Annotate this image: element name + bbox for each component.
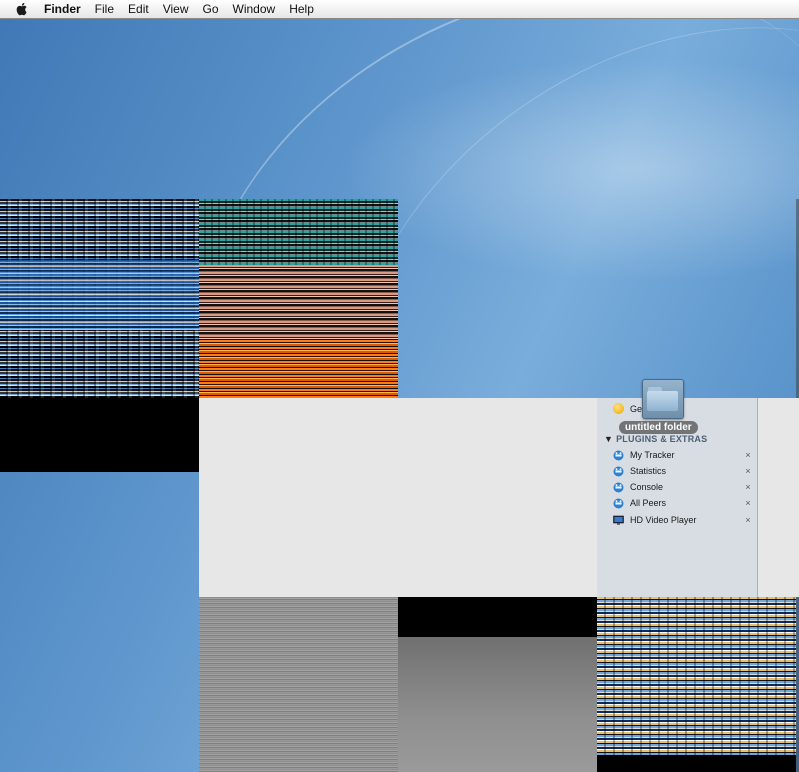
window-content-area [199, 398, 597, 597]
sidebar-item-my-tracker[interactable]: My Tracker × [613, 448, 753, 462]
black-tile [398, 597, 597, 637]
sidebar-item-label: HD Video Player [630, 515, 697, 525]
menu-file[interactable]: File [95, 2, 114, 16]
menu-app-finder[interactable]: Finder [44, 2, 81, 16]
folder-body [647, 391, 678, 411]
window-content-area [758, 398, 799, 597]
sidebar-item-label: Console [630, 482, 664, 492]
plugin-icon [613, 466, 624, 477]
menu-view[interactable]: View [163, 2, 189, 16]
black-tile [597, 755, 796, 772]
sidebar-item-getting-started[interactable]: Ge [613, 403, 642, 414]
glitch-tile [199, 340, 398, 398]
menu-help[interactable]: Help [289, 2, 314, 16]
sidebar-item-console[interactable]: Console × [613, 480, 753, 494]
gray-tile [199, 597, 398, 772]
apple-icon[interactable] [14, 1, 30, 17]
sidebar-item-hd-video-player[interactable]: HD Video Player × [613, 513, 753, 527]
glitch-tile [199, 265, 398, 340]
close-icon[interactable]: × [743, 515, 753, 525]
sidebar-item-label: All Peers [630, 498, 667, 508]
menu-edit[interactable]: Edit [128, 2, 149, 16]
sidebar-item-statistics[interactable]: Statistics × [613, 464, 753, 478]
glitch-tile [0, 260, 199, 330]
close-icon[interactable]: × [743, 482, 753, 492]
sidebar-section-header[interactable]: ▼ PLUGINS & EXTRAS [604, 434, 707, 444]
section-title: PLUGINS & EXTRAS [616, 434, 708, 444]
sidebar-item-label: Statistics [630, 466, 667, 476]
menu-go[interactable]: Go [203, 2, 219, 16]
sidebar-item-label: Ge [630, 403, 643, 414]
menu-bar: Finder File Edit View Go Window Help [0, 0, 799, 19]
disclosure-triangle-icon[interactable]: ▼ [604, 434, 613, 444]
gray-tile [398, 637, 597, 772]
plugin-icon [613, 498, 624, 509]
plugin-icon [613, 482, 624, 493]
folder-label[interactable]: untitled folder [619, 421, 698, 434]
glitch-tile [597, 597, 796, 755]
folder-icon[interactable] [642, 379, 684, 419]
monitor-icon [613, 515, 624, 526]
sidebar-item-all-peers[interactable]: All Peers × [613, 496, 753, 510]
close-icon[interactable]: × [743, 498, 753, 508]
close-icon[interactable]: × [743, 450, 753, 460]
black-tile [0, 398, 199, 472]
close-icon[interactable]: × [743, 466, 753, 476]
lightbulb-icon [613, 403, 624, 414]
sidebar-item-label: My Tracker [630, 450, 675, 460]
plugin-icon [613, 450, 624, 461]
menu-window[interactable]: Window [233, 2, 276, 16]
